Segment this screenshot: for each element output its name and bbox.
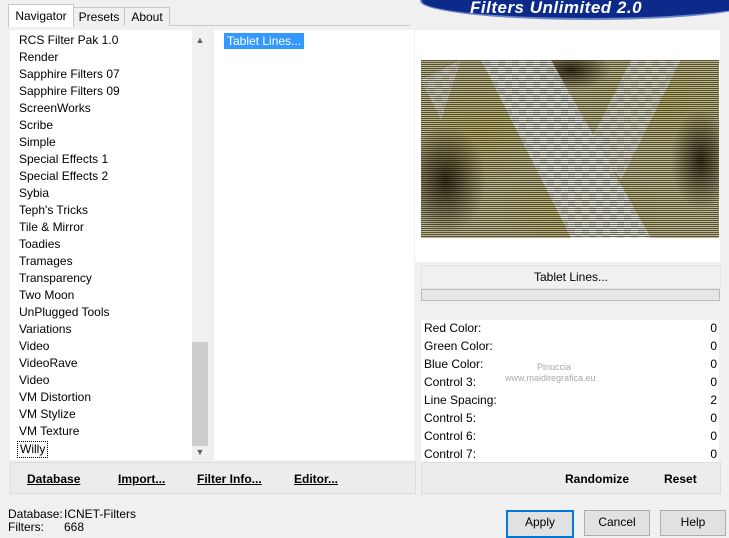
filter-info-button[interactable]: Filter Info... <box>197 472 262 486</box>
category-item[interactable]: Video <box>19 372 49 389</box>
progress-bar <box>421 289 720 301</box>
category-item[interactable]: Teph's Tricks <box>19 202 88 219</box>
control-value[interactable]: 0 <box>710 446 717 463</box>
status-filters-label: Filters: <box>8 520 44 534</box>
control-row[interactable]: Control 6: 0 <box>421 428 719 445</box>
control-label: Control 7: <box>424 447 477 461</box>
category-item[interactable]: VM Texture <box>19 423 79 440</box>
category-item[interactable]: Toadies <box>19 236 60 253</box>
control-row[interactable]: Green Color: 0 <box>421 338 719 355</box>
control-label: Red Color: <box>424 321 482 335</box>
control-label: Blue Color: <box>424 357 484 371</box>
category-item[interactable]: UnPlugged Tools <box>19 304 110 321</box>
category-item[interactable]: VM Distortion <box>19 389 91 406</box>
control-row[interactable]: Control 5: 0 <box>421 410 719 427</box>
cancel-button[interactable]: Cancel <box>584 510 650 536</box>
apply-button[interactable]: Apply <box>506 510 574 538</box>
control-row[interactable]: Red Color: 0 <box>421 320 719 337</box>
category-item[interactable]: Special Effects 2 <box>19 168 108 185</box>
control-row[interactable]: Control 7: 0 <box>421 446 719 463</box>
category-item[interactable]: Sapphire Filters 07 <box>19 66 120 83</box>
import-button[interactable]: Import... <box>118 472 165 486</box>
tab-navigator[interactable]: Navigator <box>8 4 74 27</box>
editor-button[interactable]: Editor... <box>294 472 338 486</box>
category-item[interactable]: Sapphire Filters 09 <box>19 83 120 100</box>
category-scrollbar[interactable]: ▲ ▼ <box>192 30 208 460</box>
control-value[interactable]: 0 <box>710 338 717 355</box>
category-item[interactable]: VideoRave <box>19 355 78 372</box>
scroll-down-icon[interactable]: ▼ <box>192 444 208 460</box>
control-label: Green Color: <box>424 339 493 353</box>
control-value[interactable]: 0 <box>710 356 717 373</box>
category-item[interactable]: Special Effects 1 <box>19 151 108 168</box>
watermark: Pinuccia www.maidiregrafica.eu <box>505 362 596 384</box>
status-database-value: ICNET-Filters <box>64 507 136 521</box>
scroll-up-icon[interactable]: ▲ <box>192 32 208 48</box>
filter-name-label: Tablet Lines... <box>421 265 721 289</box>
control-label: Control 5: <box>424 411 477 425</box>
category-item[interactable]: Video <box>19 338 49 355</box>
category-item[interactable]: Sybia <box>19 185 49 202</box>
control-label: Control 3: <box>424 375 477 389</box>
control-value[interactable]: 0 <box>710 320 717 337</box>
filter-list[interactable] <box>214 30 414 460</box>
control-label: Control 6: <box>424 429 477 443</box>
category-item[interactable]: Simple <box>19 134 56 151</box>
category-item[interactable]: Two Moon <box>19 287 74 304</box>
category-item[interactable]: ScreenWorks <box>19 100 91 117</box>
category-item[interactable]: Variations <box>19 321 71 338</box>
control-label: Line Spacing: <box>424 393 497 407</box>
watermark-line-2: www.maidiregrafica.eu <box>505 373 596 383</box>
category-item[interactable]: Tramages <box>19 253 73 270</box>
status-filters-value: 668 <box>64 520 85 534</box>
category-item[interactable]: Tile & Mirror <box>19 219 84 236</box>
reset-button[interactable]: Reset <box>664 472 697 486</box>
tab-about[interactable]: About <box>124 7 170 26</box>
help-button[interactable]: Help <box>660 510 726 536</box>
status-database-label: Database: <box>8 507 63 521</box>
category-item[interactable]: VM Stylize <box>19 406 76 423</box>
category-item[interactable]: Willy <box>17 441 49 458</box>
app-title: Filters Unlimited 2.0 <box>470 0 643 17</box>
category-item[interactable]: RCS Filter Pak 1.0 <box>19 32 118 49</box>
filter-item-selected[interactable]: Tablet Lines... <box>224 33 305 49</box>
preview-image <box>421 60 719 238</box>
control-value[interactable]: 2 <box>710 392 717 409</box>
control-value[interactable]: 0 <box>710 374 717 391</box>
scroll-thumb[interactable] <box>192 342 208 446</box>
category-item[interactable]: Render <box>19 49 58 66</box>
category-item[interactable]: Scribe <box>19 117 53 134</box>
database-button[interactable]: Database <box>27 472 80 486</box>
tab-presets[interactable]: Presets <box>73 7 125 26</box>
randomize-button[interactable]: Randomize <box>565 472 629 486</box>
watermark-line-1: Pinuccia <box>537 362 572 372</box>
control-value[interactable]: 0 <box>710 428 717 445</box>
control-row[interactable]: Line Spacing: 2 <box>421 392 719 409</box>
category-item[interactable]: Transparency <box>19 270 92 287</box>
control-value[interactable]: 0 <box>710 410 717 427</box>
